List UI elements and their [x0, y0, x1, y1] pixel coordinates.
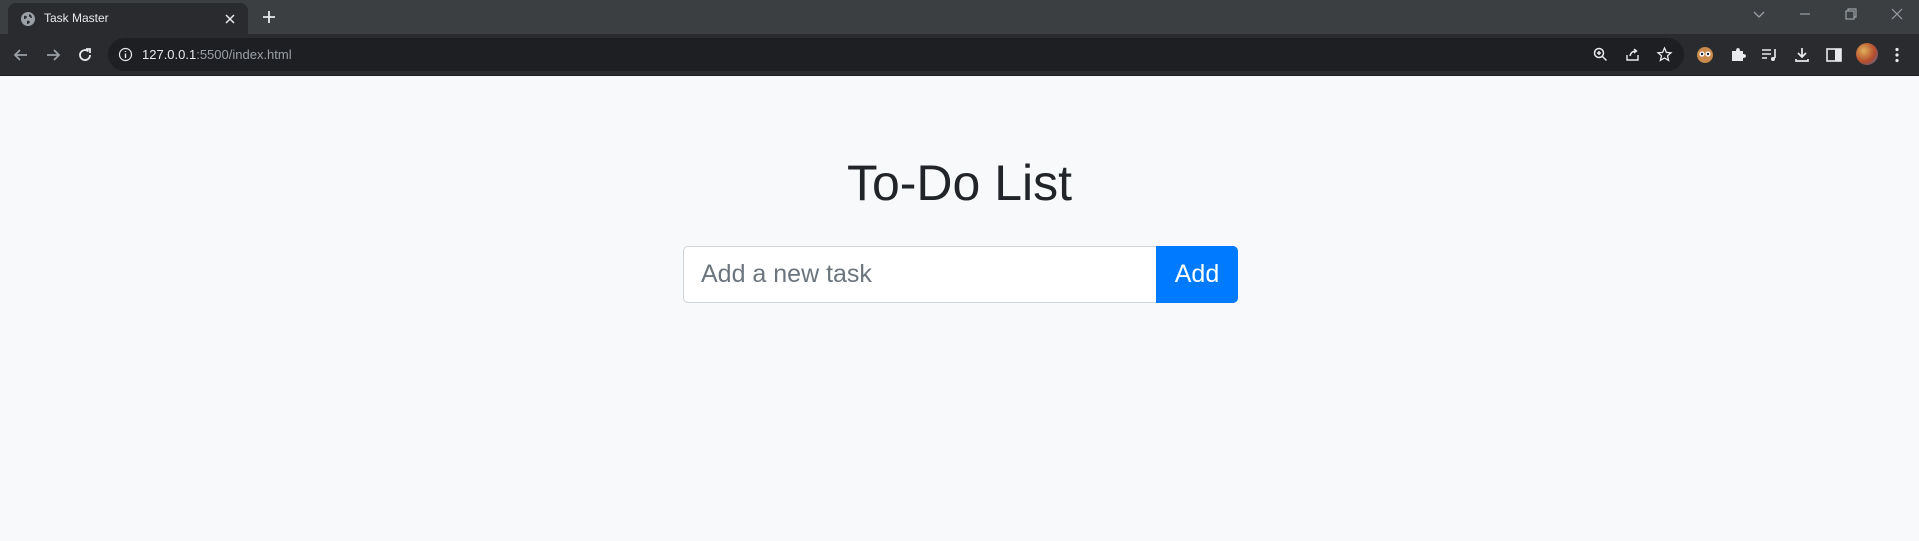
reload-icon[interactable] [75, 45, 95, 65]
url-text: 127.0.0.1:5500/index.html [142, 47, 292, 62]
restore-icon[interactable] [1843, 6, 1859, 22]
zoom-icon[interactable] [1592, 46, 1609, 63]
puzzle-icon[interactable] [1728, 45, 1748, 65]
share-icon[interactable] [1624, 46, 1641, 63]
arrow-left-icon[interactable] [11, 45, 31, 65]
browser-toolbar: 127.0.0.1:5500/index.html [0, 34, 1919, 76]
url-host: 127.0.0.1 [142, 47, 197, 62]
globe-icon [21, 12, 35, 26]
tab-search-chevron-icon[interactable] [1751, 6, 1767, 22]
add-task-button[interactable]: Add [1156, 246, 1238, 303]
tab-title: Task Master [44, 11, 109, 25]
url-path: :5500/index.html [196, 47, 292, 62]
minimize-icon[interactable] [1797, 6, 1813, 22]
plus-icon[interactable] [260, 8, 278, 26]
page-content: To-Do List Add [0, 77, 1919, 541]
extension-owl-icon[interactable] [1695, 45, 1715, 65]
side-panel-icon[interactable] [1824, 45, 1844, 65]
media-icon[interactable] [1760, 45, 1780, 65]
page-title: To-Do List [846, 155, 1073, 211]
close-window-icon[interactable] [1889, 6, 1905, 22]
profile-avatar[interactable] [1856, 43, 1878, 65]
star-icon[interactable] [1656, 46, 1673, 63]
kebab-menu-icon[interactable] [1887, 45, 1907, 65]
close-icon[interactable] [222, 11, 238, 27]
arrow-right-icon[interactable] [43, 45, 63, 65]
info-icon[interactable] [118, 47, 133, 62]
download-icon[interactable] [1792, 45, 1812, 65]
address-bar[interactable]: 127.0.0.1:5500/index.html [108, 38, 1684, 71]
tab-strip: Task Master [0, 0, 1919, 34]
task-input[interactable] [683, 246, 1157, 303]
browser-tab[interactable]: Task Master [8, 3, 248, 34]
